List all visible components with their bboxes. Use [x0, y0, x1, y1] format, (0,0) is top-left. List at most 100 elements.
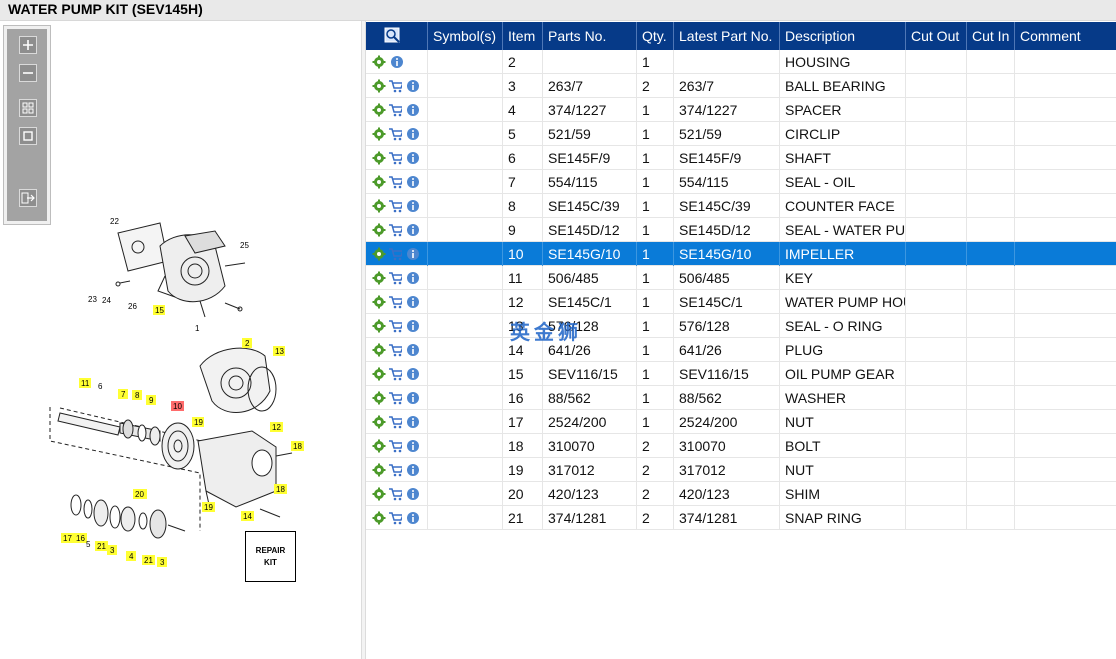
cart-icon[interactable] [388, 223, 402, 237]
gear-icon[interactable] [372, 319, 386, 333]
info-icon[interactable] [390, 55, 404, 69]
table-row[interactable]: 16 88/562 1 88/562 WASHER [366, 386, 1116, 410]
info-icon[interactable] [406, 367, 420, 381]
gear-icon[interactable] [372, 55, 386, 69]
gear-icon[interactable] [372, 367, 386, 381]
cart-icon[interactable] [388, 487, 402, 501]
cart-icon[interactable] [388, 367, 402, 381]
info-icon[interactable] [406, 151, 420, 165]
gear-icon[interactable] [372, 151, 386, 165]
table-row[interactable]: 4 374/1227 1 374/1227 SPACER [366, 98, 1116, 122]
zoom-in-button[interactable] [19, 36, 37, 54]
cart-icon[interactable] [388, 343, 402, 357]
info-icon[interactable] [406, 127, 420, 141]
cart-icon[interactable] [388, 439, 402, 453]
table-row[interactable]: 15 SEV116/15 1 SEV116/15 OIL PUMP GEAR [366, 362, 1116, 386]
gear-icon[interactable] [372, 199, 386, 213]
table-row[interactable]: 2 1 HOUSING [366, 50, 1116, 74]
info-icon[interactable] [406, 295, 420, 309]
info-icon[interactable] [406, 103, 420, 117]
cart-icon[interactable] [388, 295, 402, 309]
table-row[interactable]: 8 SE145C/39 1 SE145C/39 COUNTER FACE [366, 194, 1116, 218]
table-row[interactable]: 3 263/7 2 263/7 BALL BEARING [366, 74, 1116, 98]
header-symbols[interactable]: Symbol(s) [428, 22, 503, 50]
gear-icon[interactable] [372, 463, 386, 477]
gear-icon[interactable] [372, 415, 386, 429]
info-icon[interactable] [406, 199, 420, 213]
table-row[interactable]: 14 641/26 1 641/26 PLUG [366, 338, 1116, 362]
info-icon[interactable] [406, 391, 420, 405]
info-icon[interactable] [406, 319, 420, 333]
callout-9: 9 [149, 396, 154, 405]
info-icon[interactable] [406, 223, 420, 237]
info-icon[interactable] [406, 487, 420, 501]
cart-icon[interactable] [388, 391, 402, 405]
gear-icon[interactable] [372, 247, 386, 261]
cart-icon[interactable] [388, 127, 402, 141]
row-action-icons [366, 290, 428, 314]
gear-icon[interactable] [372, 103, 386, 117]
header-latest-part-no[interactable]: Latest Part No. [674, 22, 780, 50]
table-row[interactable]: 9SE145D/121SE145D/12SEAL - WATER PUMP [366, 218, 1116, 242]
gear-icon[interactable] [372, 295, 386, 309]
info-icon[interactable] [406, 271, 420, 285]
table-row[interactable]: 5 521/59 1 521/59 CIRCLIP [366, 122, 1116, 146]
gear-icon[interactable] [372, 127, 386, 141]
header-qty[interactable]: Qty. [637, 22, 674, 50]
table-row[interactable]: 7 554/115 1 554/115 SEAL - OIL [366, 170, 1116, 194]
header-cut-out[interactable]: Cut Out [906, 22, 967, 50]
cart-icon[interactable] [388, 319, 402, 333]
cart-icon[interactable] [388, 463, 402, 477]
table-row[interactable]: 18 310070 2 310070 BOLT [366, 434, 1116, 458]
table-row[interactable]: 6 SE145F/9 1 SE145F/9 SHAFT [366, 146, 1116, 170]
gear-icon[interactable] [372, 511, 386, 525]
info-icon[interactable] [406, 511, 420, 525]
cart-icon[interactable] [388, 103, 402, 117]
cart-icon[interactable] [388, 247, 402, 261]
header-search[interactable] [366, 22, 428, 50]
table-row[interactable]: 21 374/1281 2 374/1281 SNAP RING [366, 506, 1116, 530]
gear-icon[interactable] [372, 175, 386, 189]
cart-icon[interactable] [388, 415, 402, 429]
gear-icon[interactable] [372, 271, 386, 285]
gear-icon[interactable] [372, 391, 386, 405]
cell-symbol [428, 242, 503, 266]
gear-icon[interactable] [372, 343, 386, 357]
row-action-icons [366, 194, 428, 218]
cart-icon[interactable] [388, 271, 402, 285]
info-icon[interactable] [406, 415, 420, 429]
cart-icon[interactable] [388, 79, 402, 93]
info-icon[interactable] [406, 247, 420, 261]
table-row[interactable]: 19 317012 2 317012 NUT [366, 458, 1116, 482]
info-icon[interactable] [406, 463, 420, 477]
header-item[interactable]: Item [503, 22, 543, 50]
info-icon[interactable] [406, 439, 420, 453]
header-description[interactable]: Description [780, 22, 906, 50]
info-icon[interactable] [406, 343, 420, 357]
table-row[interactable]: 10 SE145G/10 1 SE145G/10 IMPELLER [366, 242, 1116, 266]
header-cut-in[interactable]: Cut In [967, 22, 1015, 50]
gear-icon[interactable] [372, 439, 386, 453]
cart-icon[interactable] [388, 511, 402, 525]
info-icon[interactable] [406, 175, 420, 189]
table-row[interactable]: 11 506/485 1 506/485 KEY [366, 266, 1116, 290]
gear-icon[interactable] [372, 223, 386, 237]
zoom-out-button[interactable] [19, 64, 37, 82]
table-row[interactable]: 12SE145C/11SE145C/1WATER PUMP HOUSING [366, 290, 1116, 314]
cart-icon[interactable] [388, 199, 402, 213]
fit-button[interactable] [19, 99, 37, 117]
callout-12: 12 [272, 423, 281, 432]
gear-icon[interactable] [372, 487, 386, 501]
cart-icon[interactable] [388, 151, 402, 165]
row-action-icons [366, 218, 428, 242]
watermark: 英金狮 [510, 320, 582, 344]
actual-size-button[interactable] [19, 127, 37, 145]
gear-icon[interactable] [372, 79, 386, 93]
table-row[interactable]: 20 420/123 2 420/123 SHIM [366, 482, 1116, 506]
table-row[interactable]: 13 576/128 1 576/128 SEAL - O RING [366, 314, 1116, 338]
header-comment[interactable]: Comment [1015, 22, 1116, 50]
table-row[interactable]: 17 2524/200 1 2524/200 NUT [366, 410, 1116, 434]
cart-icon[interactable] [388, 175, 402, 189]
header-parts-no[interactable]: Parts No. [543, 22, 637, 50]
info-icon[interactable] [406, 79, 420, 93]
